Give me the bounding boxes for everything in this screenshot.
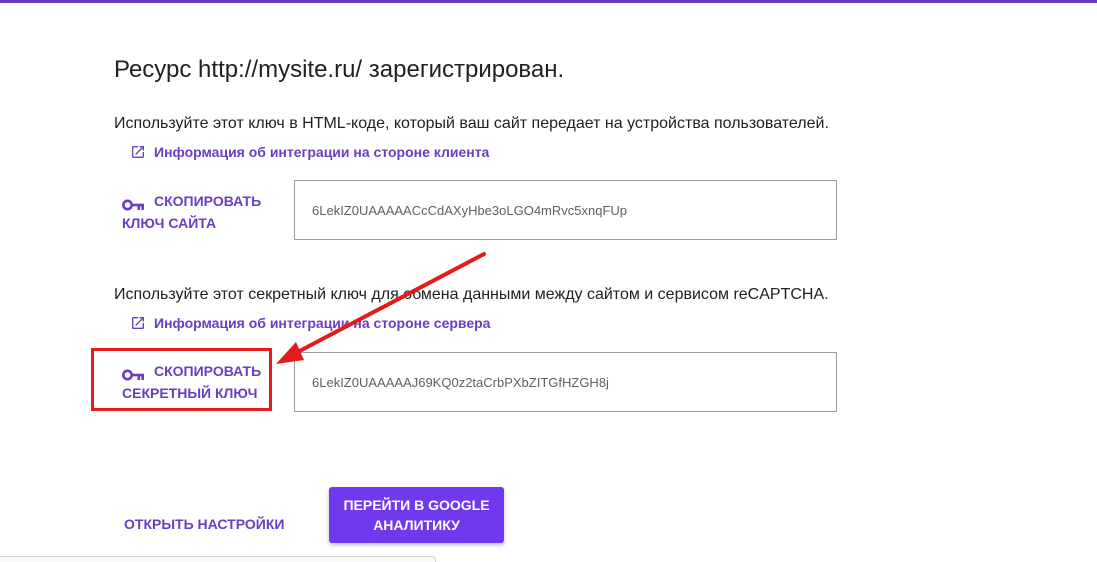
open-settings-button[interactable]: Открыть настройки <box>124 516 284 532</box>
client-key-description: Используйте этот ключ в HTML-коде, котор… <box>114 115 829 132</box>
status-bar <box>0 556 436 562</box>
secret-key-description: Используйте этот секретный ключ для обме… <box>114 286 829 303</box>
key-icon <box>122 365 144 381</box>
open-in-new-icon <box>130 144 146 160</box>
client-integration-link[interactable]: Информация об интеграции на стороне клие… <box>130 144 489 160</box>
copy-secret-key-label-2: секретный ключ <box>122 385 258 401</box>
site-key-field[interactable]: 6LekIZ0UAAAAACcCdAXyHbe3oLGO4mRvc5xnqFUp <box>294 180 837 240</box>
copy-site-key-label-1: Скопировать <box>154 193 262 209</box>
secret-key-field[interactable]: 6LekIZ0UAAAAAJ69KQ0z2taCrbPXbZITGfHZGH8j <box>294 352 837 412</box>
copy-secret-key-label-1: Скопировать <box>154 363 262 379</box>
copy-secret-key-button[interactable]: Скопировать секретный ключ <box>114 360 274 404</box>
server-integration-link[interactable]: Информация об интеграции на стороне серв… <box>130 315 490 331</box>
top-accent-bar <box>0 0 1097 3</box>
annotation-arrow <box>276 252 486 364</box>
client-integration-link-label: Информация об интеграции на стороне клие… <box>154 144 490 160</box>
server-integration-link-label: Информация об интеграции на стороне серв… <box>154 315 491 331</box>
key-icon <box>122 195 144 211</box>
page-title: Ресурс http://mysite.ru/ зарегистрирован… <box>114 56 565 83</box>
go-to-analytics-button[interactable]: Перейти в Google Аналитику <box>329 487 504 543</box>
copy-site-key-button[interactable]: Скопировать ключ сайта <box>114 190 274 234</box>
recaptcha-registration-page: Ресурс http://mysite.ru/ зарегистрирован… <box>0 0 1097 562</box>
copy-site-key-label-2: ключ сайта <box>122 215 217 231</box>
open-in-new-icon <box>130 315 146 331</box>
